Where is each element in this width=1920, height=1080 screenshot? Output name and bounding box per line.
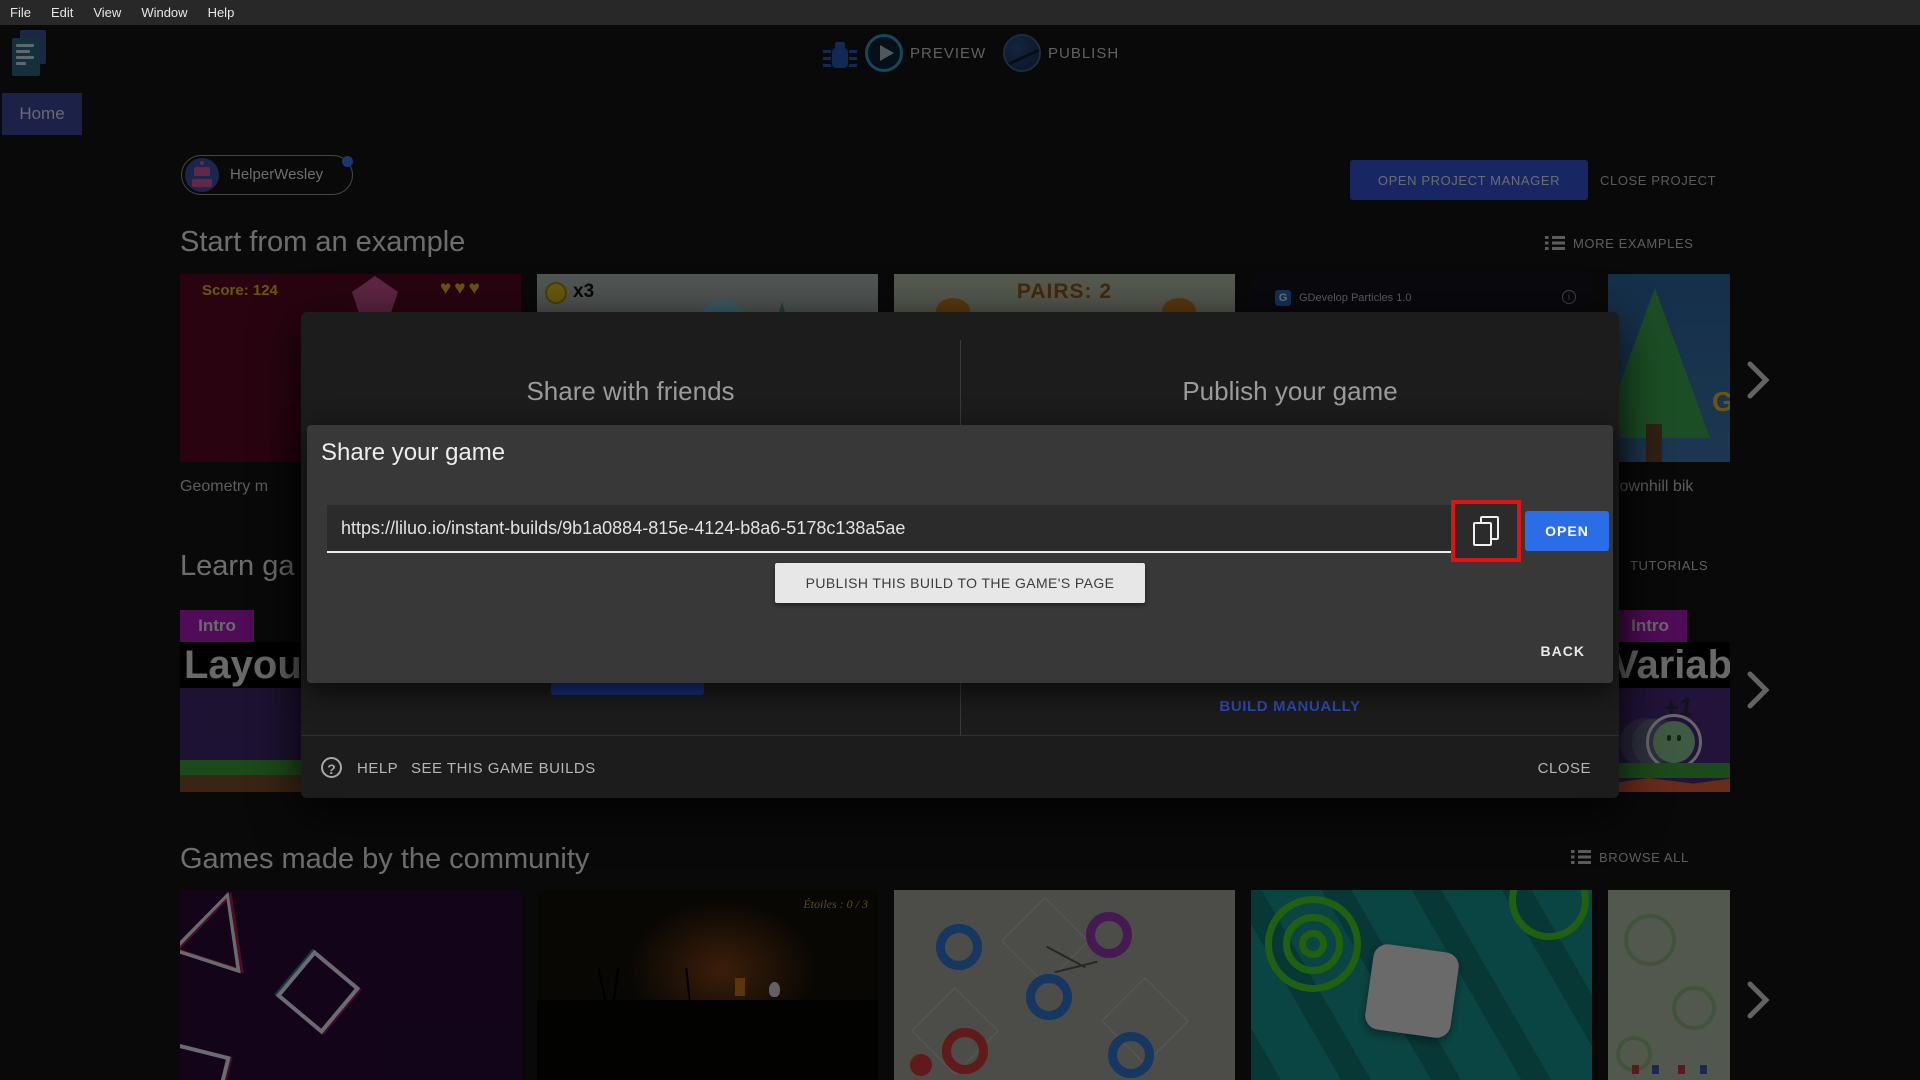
share-your-game-panel: Share your game OPEN PUBLISH THIS BUILD … [307,425,1613,683]
menu-item-window[interactable]: Window [141,5,187,20]
help-icon[interactable] [321,757,342,778]
menu-item-help[interactable]: Help [208,5,235,20]
game-url-input[interactable] [327,505,1457,553]
share-with-friends-title: Share with friends [526,376,735,406]
open-link-button[interactable]: OPEN [1525,511,1609,551]
close-dialog-button[interactable]: CLOSE [1538,760,1591,777]
build-manually-button[interactable]: BUILD MANUALLY [961,698,1619,715]
help-button[interactable]: HELP [357,760,398,777]
back-button[interactable]: BACK [1541,643,1585,659]
dialog-footer-divider [301,735,1619,736]
copy-icon[interactable] [1473,516,1499,546]
app-window: File Edit View Window Help PREVIEW PUBLI… [0,0,1920,1080]
menu-item-file[interactable]: File [10,5,31,20]
menu-bar: File Edit View Window Help [0,0,1920,25]
share-panel-title: Share your game [321,439,506,466]
see-game-builds-button[interactable]: SEE THIS GAME BUILDS [411,760,596,777]
publish-your-game-title: Publish your game [1182,376,1398,406]
publish-build-button[interactable]: PUBLISH THIS BUILD TO THE GAME'S PAGE [775,563,1145,603]
annotation-highlight-box [1451,500,1521,562]
menu-item-view[interactable]: View [93,5,121,20]
menu-item-edit[interactable]: Edit [51,5,73,20]
